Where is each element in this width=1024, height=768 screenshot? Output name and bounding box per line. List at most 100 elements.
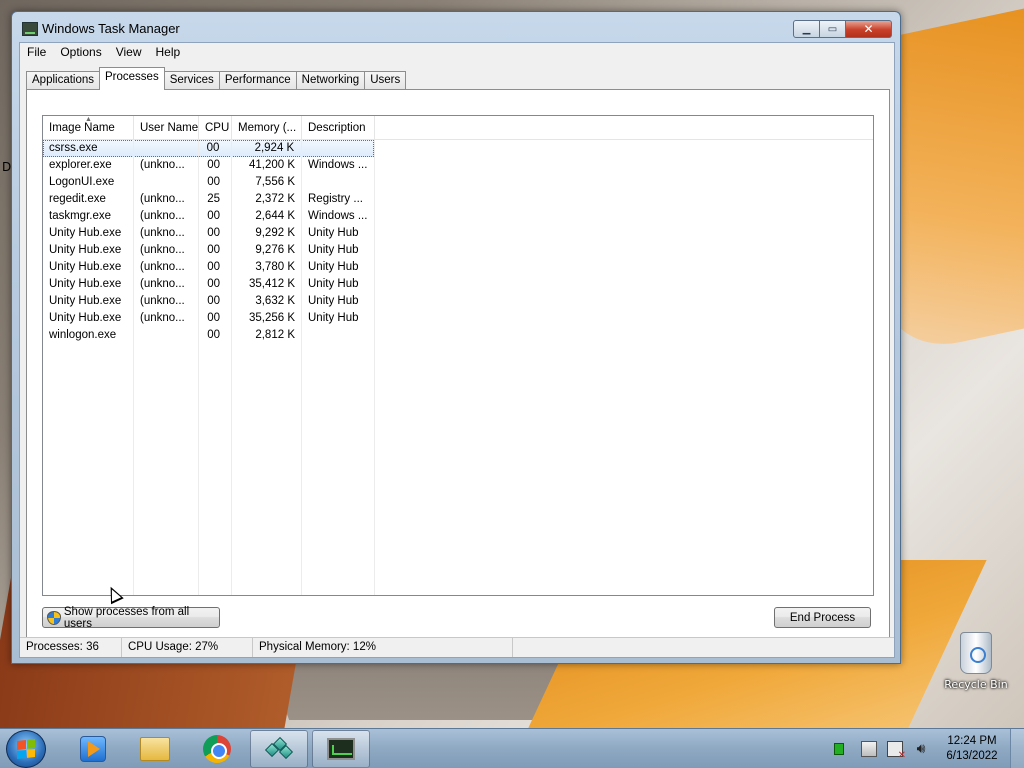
tab-performance[interactable]: Performance bbox=[218, 71, 297, 90]
process-cpu: 00 bbox=[207, 261, 220, 273]
process-user-name: (unkno... bbox=[140, 261, 185, 273]
tab-networking[interactable]: Networking bbox=[295, 71, 366, 90]
window-client: File Options View Help Applications Proc… bbox=[19, 42, 895, 658]
menu-options[interactable]: Options bbox=[53, 43, 108, 63]
process-cpu: 00 bbox=[207, 210, 220, 222]
process-description: Unity Hub bbox=[308, 261, 359, 273]
process-row[interactable]: Unity Hub.exe (unkno... 00 9,276 K Unity Hub bbox=[43, 242, 873, 259]
processes-panel: ▲ Image Name User Name CPU Memory (... D… bbox=[26, 89, 890, 641]
menu-file[interactable]: File bbox=[20, 43, 53, 63]
process-row[interactable]: LogonUI.exe 00 7,556 K bbox=[43, 174, 873, 191]
process-description bbox=[302, 327, 375, 344]
process-image-name: taskmgr.exe bbox=[49, 210, 111, 222]
network-disconnected-icon[interactable] bbox=[887, 741, 906, 761]
column-image-name[interactable]: ▲ Image Name bbox=[43, 116, 134, 140]
column-user-name[interactable]: User Name bbox=[134, 116, 199, 140]
process-image-name: csrss.exe bbox=[49, 142, 98, 154]
process-memory: 3,780 K bbox=[255, 261, 295, 273]
process-cpu: 00 bbox=[207, 176, 220, 188]
menu-view[interactable]: View bbox=[109, 43, 149, 63]
process-memory: 2,812 K bbox=[255, 329, 295, 341]
clock-time: 12:24 PM bbox=[947, 735, 997, 747]
process-memory: 2,644 K bbox=[255, 210, 295, 222]
process-row[interactable]: csrss.exe 00 2,924 K bbox=[43, 140, 374, 157]
task-manager-icon bbox=[327, 737, 355, 760]
show-desktop-button[interactable] bbox=[1010, 729, 1024, 768]
tab-users[interactable]: Users bbox=[364, 71, 407, 90]
process-row[interactable]: Unity Hub.exe (unkno... 00 3,632 K Unity Hub bbox=[43, 293, 873, 310]
process-image-name: regedit.exe bbox=[49, 193, 106, 205]
tab-strip: Applications Processes Services Performa… bbox=[26, 66, 407, 90]
maximize-button[interactable]: ▭ bbox=[820, 20, 846, 38]
process-list[interactable]: ▲ Image Name User Name CPU Memory (... D… bbox=[42, 115, 874, 596]
window-controls: ▁ ▭ ✕ bbox=[793, 20, 892, 38]
process-memory: 3,632 K bbox=[255, 295, 295, 307]
task-manager-icon bbox=[22, 22, 38, 36]
show-all-users-button[interactable]: Show processes from all users bbox=[42, 605, 220, 630]
process-memory: 35,412 K bbox=[248, 278, 295, 290]
process-memory: 35,256 K bbox=[248, 312, 295, 324]
process-cpu: 00 bbox=[207, 227, 220, 239]
window-title: Windows Task Manager bbox=[42, 21, 180, 36]
process-description: Unity Hub bbox=[308, 312, 359, 324]
chrome-icon bbox=[203, 734, 231, 763]
taskbar-media-player[interactable] bbox=[64, 730, 122, 768]
end-process-button[interactable]: End Process bbox=[774, 607, 871, 628]
process-row[interactable]: winlogon.exe 00 2,812 K bbox=[43, 327, 873, 344]
close-button[interactable]: ✕ bbox=[846, 20, 892, 38]
media-player-icon bbox=[80, 735, 106, 762]
process-cpu: 00 bbox=[207, 278, 220, 290]
recycle-bin-icon[interactable] bbox=[960, 632, 992, 674]
taskbar-chrome[interactable] bbox=[188, 730, 246, 768]
taskbar-task-manager[interactable] bbox=[312, 729, 370, 768]
process-row[interactable]: Unity Hub.exe (unkno... 00 35,412 K Unity Hu… bbox=[43, 276, 873, 293]
tab-processes[interactable]: Processes bbox=[99, 67, 165, 90]
taskbar: 🔊︎ 12:24 PM 6/13/2022 bbox=[0, 728, 1024, 768]
process-image-name: LogonUI.exe bbox=[49, 176, 115, 188]
process-list-body: csrss.exe 00 2,924 K explorer.exe (unkno... 0… bbox=[43, 140, 873, 344]
process-user-name: (unkno... bbox=[140, 159, 185, 171]
process-row[interactable]: Unity Hub.exe (unkno... 00 35,256 K Unity Hu… bbox=[43, 310, 873, 327]
process-image-name: Unity Hub.exe bbox=[49, 227, 122, 239]
process-memory: 9,292 K bbox=[255, 227, 295, 239]
process-row[interactable]: Unity Hub.exe (unkno... 00 9,292 K Unity Hub bbox=[43, 225, 873, 242]
column-cpu[interactable]: CPU bbox=[199, 116, 232, 140]
process-row[interactable]: explorer.exe (unkno... 00 41,200 K Windows .… bbox=[43, 157, 873, 174]
column-memory[interactable]: Memory (... bbox=[232, 116, 302, 140]
status-cpu-usage: CPU Usage: 27% bbox=[122, 638, 253, 657]
minimize-button[interactable]: ▁ bbox=[793, 20, 820, 38]
process-user-name: (unkno... bbox=[140, 193, 185, 205]
process-row[interactable]: Unity Hub.exe (unkno... 00 3,780 K Unity Hub bbox=[43, 259, 873, 276]
status-bar: Processes: 36 CPU Usage: 27% Physical Me… bbox=[20, 637, 894, 657]
process-user-name: (unkno... bbox=[140, 312, 185, 324]
title-bar[interactable]: Windows Task Manager ▁ ▭ ✕ bbox=[12, 12, 900, 44]
status-processes: Processes: 36 bbox=[20, 638, 122, 657]
process-image-name: Unity Hub.exe bbox=[49, 244, 122, 256]
process-list-header: ▲ Image Name User Name CPU Memory (... D… bbox=[43, 116, 873, 140]
taskbar-registry-editor[interactable] bbox=[250, 729, 308, 768]
menu-bar: File Options View Help bbox=[20, 43, 894, 63]
status-physical-memory: Physical Memory: 12% bbox=[253, 638, 513, 657]
status-indicator-icon[interactable] bbox=[834, 743, 844, 755]
process-description: Unity Hub bbox=[308, 295, 359, 307]
process-description: Windows ... bbox=[308, 159, 368, 171]
process-user-name: (unkno... bbox=[140, 295, 185, 307]
action-center-icon[interactable] bbox=[861, 741, 877, 757]
process-cpu: 00 bbox=[207, 159, 220, 171]
taskbar-file-explorer[interactable] bbox=[126, 730, 184, 768]
tab-applications[interactable]: Applications bbox=[26, 71, 101, 90]
menu-help[interactable]: Help bbox=[149, 43, 188, 63]
process-memory: 9,276 K bbox=[255, 244, 295, 256]
tab-services[interactable]: Services bbox=[163, 71, 220, 90]
process-row[interactable]: taskmgr.exe (unkno... 00 2,644 K Windows ... bbox=[43, 208, 873, 225]
process-user-name: (unkno... bbox=[140, 227, 185, 239]
volume-icon[interactable]: 🔊︎ bbox=[913, 741, 929, 757]
start-button[interactable] bbox=[6, 729, 46, 768]
column-description[interactable]: Description bbox=[302, 116, 375, 140]
recycle-bin-label: Recycle Bin bbox=[944, 678, 1008, 691]
recycle-bin[interactable]: Recycle Bin bbox=[940, 632, 1012, 691]
process-cpu: 25 bbox=[207, 193, 220, 205]
process-row[interactable]: regedit.exe (unkno... 25 2,372 K Registry ..… bbox=[43, 191, 873, 208]
show-all-users-label: Show processes from all users bbox=[63, 605, 190, 630]
clock[interactable]: 12:24 PM 6/13/2022 bbox=[934, 734, 1010, 764]
